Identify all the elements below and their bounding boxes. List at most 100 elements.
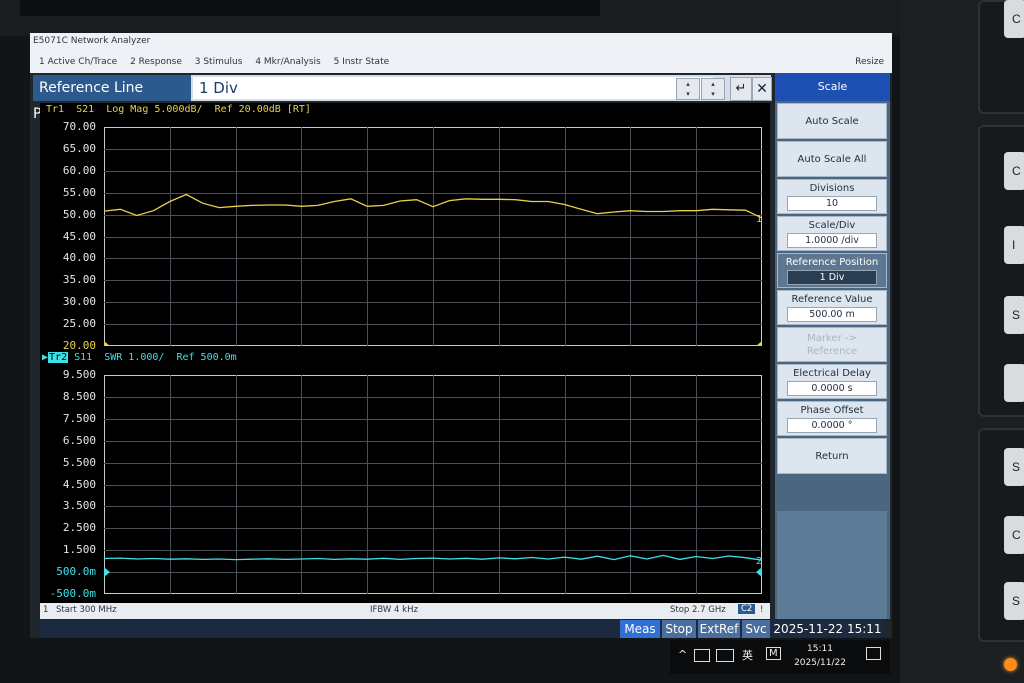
phase-offset-button[interactable]: Phase Offset 0.0000 ° bbox=[777, 401, 887, 436]
trace1-header: Tr1 S21 Log Mag 5.000dB/ Ref 20.00dB [RT… bbox=[46, 104, 311, 115]
menu-stimulus[interactable]: 3 Stimulus bbox=[195, 57, 243, 67]
hardware-key[interactable]: S bbox=[1004, 582, 1024, 620]
softkey-panel: Scale Auto Scale Auto Scale All Division… bbox=[775, 73, 890, 619]
taskbar-clock[interactable]: 15:11 2025/11/22 bbox=[782, 642, 858, 670]
app-title: E5071C Network Analyzer bbox=[33, 36, 151, 46]
trace-end-label: 2 bbox=[756, 556, 762, 567]
y-tick-label: -500.0m bbox=[49, 587, 96, 600]
softkey-empty-area bbox=[777, 511, 887, 619]
y-tick-label: 2.500 bbox=[62, 521, 96, 535]
y-tick-label: 45.00 bbox=[62, 229, 96, 243]
y-tick-label: 25.00 bbox=[62, 317, 96, 331]
hardware-key[interactable]: C bbox=[1004, 152, 1024, 190]
reference-position-value: 1 Div bbox=[787, 270, 877, 285]
ime-mode-icon[interactable]: M bbox=[766, 647, 781, 660]
reference-marker-right bbox=[756, 567, 762, 578]
softkey-label: Scale/Div bbox=[808, 220, 856, 231]
status-svc: Svc bbox=[742, 620, 770, 638]
entry-label: Reference Line Position bbox=[33, 75, 191, 122]
trace2-chart[interactable]: 2 bbox=[104, 375, 762, 594]
status-meas: Meas bbox=[620, 620, 660, 638]
tray-chevron-icon[interactable]: ^ bbox=[678, 648, 687, 661]
y-tick-label: 7.500 bbox=[62, 411, 96, 425]
hardware-key[interactable]: I bbox=[1004, 226, 1024, 264]
marker-to-reference-button[interactable]: Marker -> Reference bbox=[777, 327, 887, 362]
divisions-button[interactable]: Divisions 10 bbox=[777, 179, 887, 214]
window-titlebar: E5071C Network Analyzer 1 Active Ch/Trac… bbox=[30, 33, 892, 73]
softkey-label: Reference Position bbox=[785, 257, 879, 268]
menu-bar: 1 Active Ch/Trace 2 Response 3 Stimulus … bbox=[39, 57, 399, 67]
softkey-label: Electrical Delay bbox=[793, 368, 871, 379]
y-tick-label: 5.500 bbox=[62, 455, 96, 469]
y-tick-label: 8.500 bbox=[62, 389, 96, 403]
close-icon: ✕ bbox=[756, 81, 768, 97]
scale-div-button[interactable]: Scale/Div 1.0000 /div bbox=[777, 216, 887, 251]
status-ifbw: IFBW 4 kHz bbox=[370, 605, 418, 615]
y-tick-label: 50.00 bbox=[62, 207, 96, 221]
hardware-key[interactable]: C bbox=[1004, 0, 1024, 38]
hardware-key[interactable]: S bbox=[1004, 448, 1024, 486]
trace2-header-row: ▶Tr2 S11 SWR 1.000/ Ref 500.0m bbox=[42, 352, 237, 363]
status-flag: ! bbox=[760, 605, 764, 615]
softkey-label: Return bbox=[815, 451, 849, 462]
step-down-icon: ▾ bbox=[711, 90, 715, 98]
auto-scale-button[interactable]: Auto Scale bbox=[777, 103, 887, 139]
y-tick-label: 35.00 bbox=[62, 273, 96, 287]
electrical-delay-button[interactable]: Electrical Delay 0.0000 s bbox=[777, 364, 887, 399]
divisions-value: 10 bbox=[787, 196, 877, 211]
reference-position-button[interactable]: Reference Position 1 Div bbox=[777, 253, 887, 288]
auto-scale-all-button[interactable]: Auto Scale All bbox=[777, 141, 887, 177]
y-tick-label: 1.500 bbox=[62, 543, 96, 557]
ime-indicator[interactable]: 英 bbox=[742, 647, 753, 663]
keyboard-icon[interactable] bbox=[716, 649, 734, 662]
status-channel: 1 bbox=[43, 605, 49, 615]
network-icon[interactable] bbox=[694, 649, 710, 662]
y-tick-label: 3.500 bbox=[62, 499, 96, 513]
spin-button[interactable]: ▴ ▾ bbox=[676, 78, 700, 100]
softkey-label: Marker -> Reference bbox=[806, 333, 858, 357]
status-start: Start 300 MHz bbox=[56, 605, 117, 615]
notification-icon[interactable] bbox=[866, 647, 881, 660]
return-button[interactable]: Return bbox=[777, 438, 887, 474]
plot-area[interactable]: Tr1 S21 Log Mag 5.000dB/ Ref 20.00dB [RT… bbox=[40, 103, 770, 603]
y-tick-label: 55.00 bbox=[62, 185, 96, 199]
status-stop-sweep: Stop bbox=[662, 620, 696, 638]
resize-button[interactable]: Resize bbox=[855, 57, 884, 67]
menu-instr-state[interactable]: 5 Instr State bbox=[334, 57, 390, 67]
instrument-status-bar: Meas Stop ExtRef Svc 2025-11-22 15:11 bbox=[40, 620, 883, 638]
y-tick-label: 65.00 bbox=[62, 141, 96, 155]
spin-down-icon: ▾ bbox=[686, 90, 690, 98]
hardware-key[interactable] bbox=[1004, 364, 1024, 402]
reference-value-button[interactable]: Reference Value 500.00 m bbox=[777, 290, 887, 325]
scale-div-value: 1.0000 /div bbox=[787, 233, 877, 248]
y-tick-label: 6.500 bbox=[62, 433, 96, 447]
menu-response[interactable]: 2 Response bbox=[130, 57, 182, 67]
enter-icon: ↵ bbox=[735, 81, 747, 96]
trace2-tag[interactable]: Tr2 bbox=[48, 352, 69, 363]
menu-active-ch-trace[interactable]: 1 Active Ch/Trace bbox=[39, 57, 117, 67]
y-tick-label: 4.500 bbox=[62, 477, 96, 491]
hardware-key[interactable]: S bbox=[1004, 296, 1024, 334]
close-entry-button[interactable]: ✕ bbox=[752, 77, 772, 101]
taskbar-date: 2025/11/22 bbox=[794, 658, 846, 668]
spin-up-icon: ▴ bbox=[686, 80, 690, 88]
y-tick-label: 30.00 bbox=[62, 295, 96, 309]
softkey-label: Reference Value bbox=[791, 294, 873, 305]
instrument-bezel-top bbox=[0, 0, 1024, 36]
status-datetime: 2025-11-22 15:11 bbox=[772, 620, 883, 638]
analyzer-screen: E5071C Network Analyzer 1 Active Ch/Trac… bbox=[30, 33, 892, 638]
enter-button[interactable]: ↵ bbox=[730, 77, 752, 101]
reference-value-value: 500.00 m bbox=[787, 307, 877, 322]
y-tick-label: 40.00 bbox=[62, 251, 96, 265]
taskbar-time: 15:11 bbox=[807, 644, 833, 654]
entry-value-field[interactable]: 1 Div bbox=[193, 77, 713, 99]
softkey-label: Auto Scale bbox=[805, 116, 859, 127]
status-cal: C2 bbox=[738, 604, 756, 614]
trace2-header: S11 SWR 1.000/ Ref 500.0m bbox=[74, 352, 237, 363]
menu-mkr-analysis[interactable]: 4 Mkr/Analysis bbox=[255, 57, 320, 67]
bezel-plate bbox=[20, 0, 600, 16]
hardware-key[interactable]: C bbox=[1004, 516, 1024, 554]
step-button[interactable]: ▴ ▾ bbox=[701, 78, 725, 100]
trace1-chart[interactable]: 1 bbox=[104, 127, 762, 346]
trace-end-label: 1 bbox=[756, 214, 762, 225]
